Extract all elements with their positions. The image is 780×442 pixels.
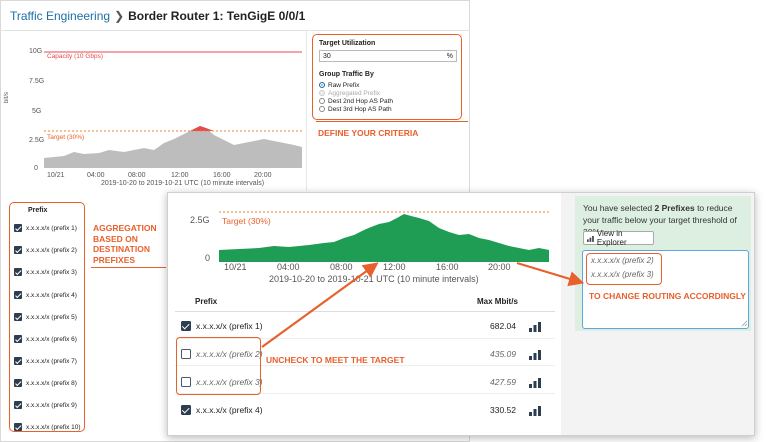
arrow-to-textarea (516, 261, 585, 287)
arrow-to-chart (261, 262, 379, 348)
annotation-arrows (261, 261, 585, 348)
